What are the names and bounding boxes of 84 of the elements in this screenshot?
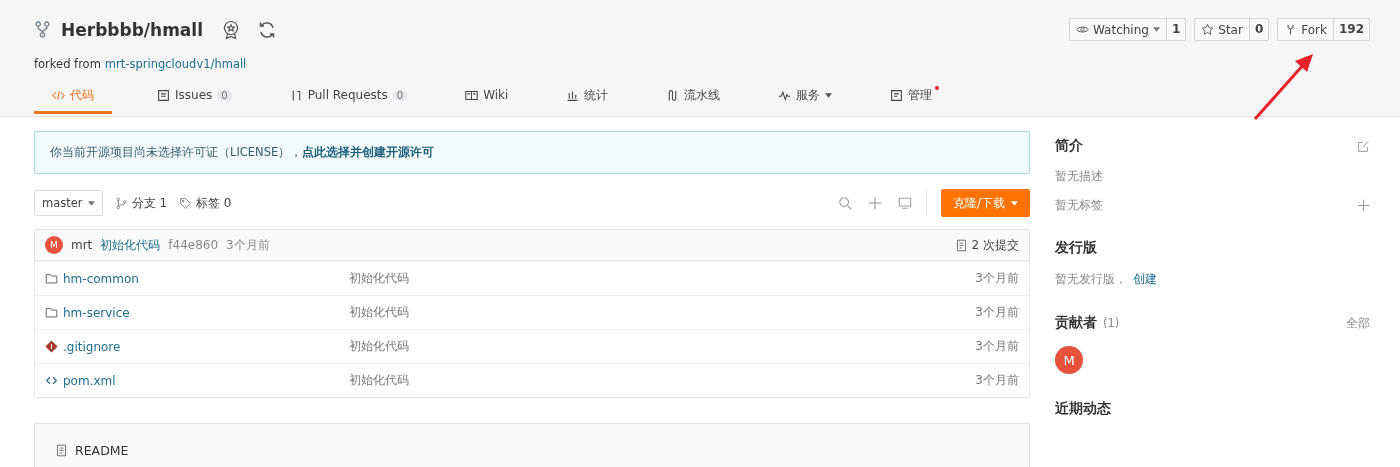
git-icon — [45, 340, 58, 353]
commit-author[interactable]: mrt — [71, 238, 93, 252]
commit-hash[interactable]: f44e860 — [168, 238, 219, 252]
file-name-link[interactable]: hm-common — [63, 271, 139, 286]
action-label: Watching — [1093, 22, 1149, 37]
monitor-icon[interactable] — [897, 196, 912, 210]
commit-count-link[interactable]: 2 次提交 — [954, 236, 1019, 254]
file-name-link[interactable]: .gitignore — [63, 339, 121, 354]
file-commit-message[interactable]: 初始化代码 — [349, 373, 409, 387]
edit-icon[interactable] — [1357, 139, 1370, 153]
notice-text: 你当前开源项目尚未选择许可证（LICENSE）， — [50, 145, 303, 160]
tab-count: 0 — [217, 89, 232, 101]
plus-icon[interactable] — [867, 196, 882, 210]
create-release-link[interactable]: 创建 — [1133, 271, 1157, 288]
tab-icon — [465, 88, 479, 102]
eye-icon — [1076, 23, 1089, 36]
action-label: Fork — [1301, 22, 1327, 37]
code-icon — [45, 374, 58, 387]
notification-dot — [935, 86, 940, 90]
plus-icon[interactable] — [1357, 199, 1370, 212]
tags-text: 暂无标签 — [1055, 198, 1103, 213]
tags-link[interactable]: 标签 0 — [179, 194, 232, 212]
recent-activity-title: 近期动态 — [1055, 400, 1111, 418]
tab-icon — [890, 88, 904, 102]
fork-icon — [34, 21, 51, 38]
tab-icon — [157, 88, 170, 102]
tab-icon — [566, 88, 580, 102]
search-icon[interactable] — [837, 196, 852, 210]
caret-icon — [825, 92, 833, 98]
nav-tab[interactable]: Pull Requests 0 — [276, 79, 421, 114]
tag-icon — [179, 196, 192, 210]
caret-icon — [1152, 27, 1160, 32]
intro-title: 简介 — [1055, 137, 1083, 155]
action-count: 1 — [1165, 19, 1186, 40]
all-contributors-link[interactable]: 全部 — [1346, 315, 1370, 331]
tab-count: 0 — [392, 89, 408, 101]
description-text: 暂无描述 — [1055, 169, 1103, 184]
action-count: 192 — [1332, 19, 1369, 40]
nav-tab[interactable]: 管理 — [877, 79, 946, 114]
nav-tab[interactable]: 流水线 — [653, 79, 734, 114]
caret-icon — [1011, 200, 1018, 206]
branch-select[interactable]: master — [34, 190, 103, 216]
file-name-link[interactable]: pom.xml — [63, 373, 116, 388]
contributor-avatar[interactable]: M — [1055, 346, 1083, 374]
contributors-title: 贡献者 — [1055, 314, 1097, 332]
action-label: Star — [1218, 22, 1243, 37]
file-commit-time: 3个月前 — [975, 372, 1019, 389]
no-releases-text: 暂无发行版， — [1055, 272, 1127, 287]
document-icon — [954, 238, 968, 252]
file-commit-time: 3个月前 — [975, 338, 1019, 355]
repo-action-button[interactable]: Star 0 — [1194, 18, 1270, 41]
file-commit-time: 3个月前 — [975, 270, 1019, 287]
contributors-count: (1) — [1103, 316, 1120, 330]
folder-icon — [45, 272, 58, 285]
nav-tab[interactable]: Issues 0 — [144, 79, 245, 114]
tab-icon — [52, 88, 65, 102]
nav-tab[interactable]: 统计 — [553, 79, 622, 114]
branches-link[interactable]: 分支 1 — [114, 194, 167, 212]
tab-icon — [778, 88, 792, 102]
document-icon — [55, 443, 68, 457]
caret-icon — [87, 200, 95, 206]
readme-tab[interactable]: README — [45, 431, 139, 467]
commit-message[interactable]: 初始化代码 — [100, 236, 161, 254]
repo-title[interactable]: Herbbbb/hmall — [61, 19, 203, 40]
nav-tab[interactable]: Wiki — [452, 79, 522, 114]
annotation-arrow — [1252, 52, 1316, 122]
license-link[interactable]: 点此选择并创建开源许可 — [302, 145, 435, 160]
file-commit-message[interactable]: 初始化代码 — [349, 305, 409, 319]
releases-title: 发行版 — [1055, 239, 1097, 257]
branch-icon — [114, 196, 128, 210]
repo-action-button[interactable]: Watching 1 — [1069, 18, 1187, 41]
file-commit-message[interactable]: 初始化代码 — [349, 339, 409, 353]
file-name-link[interactable]: hm-service — [63, 305, 130, 320]
nav-tab[interactable]: 服务 — [765, 79, 846, 114]
forked-label: forked from — [34, 57, 101, 71]
star-icon — [1201, 23, 1215, 36]
action-count: 0 — [1248, 19, 1269, 40]
forked-from-link[interactable]: mrt-springcloudv1/hmall — [104, 57, 247, 71]
folder-icon — [45, 306, 58, 319]
file-commit-message[interactable]: 初始化代码 — [349, 271, 409, 285]
repo-action-button[interactable]: Fork 192 — [1277, 18, 1370, 41]
commit-time: 3个月前 — [226, 236, 270, 254]
file-commit-time: 3个月前 — [975, 304, 1019, 321]
author-avatar[interactable]: M — [45, 236, 63, 254]
